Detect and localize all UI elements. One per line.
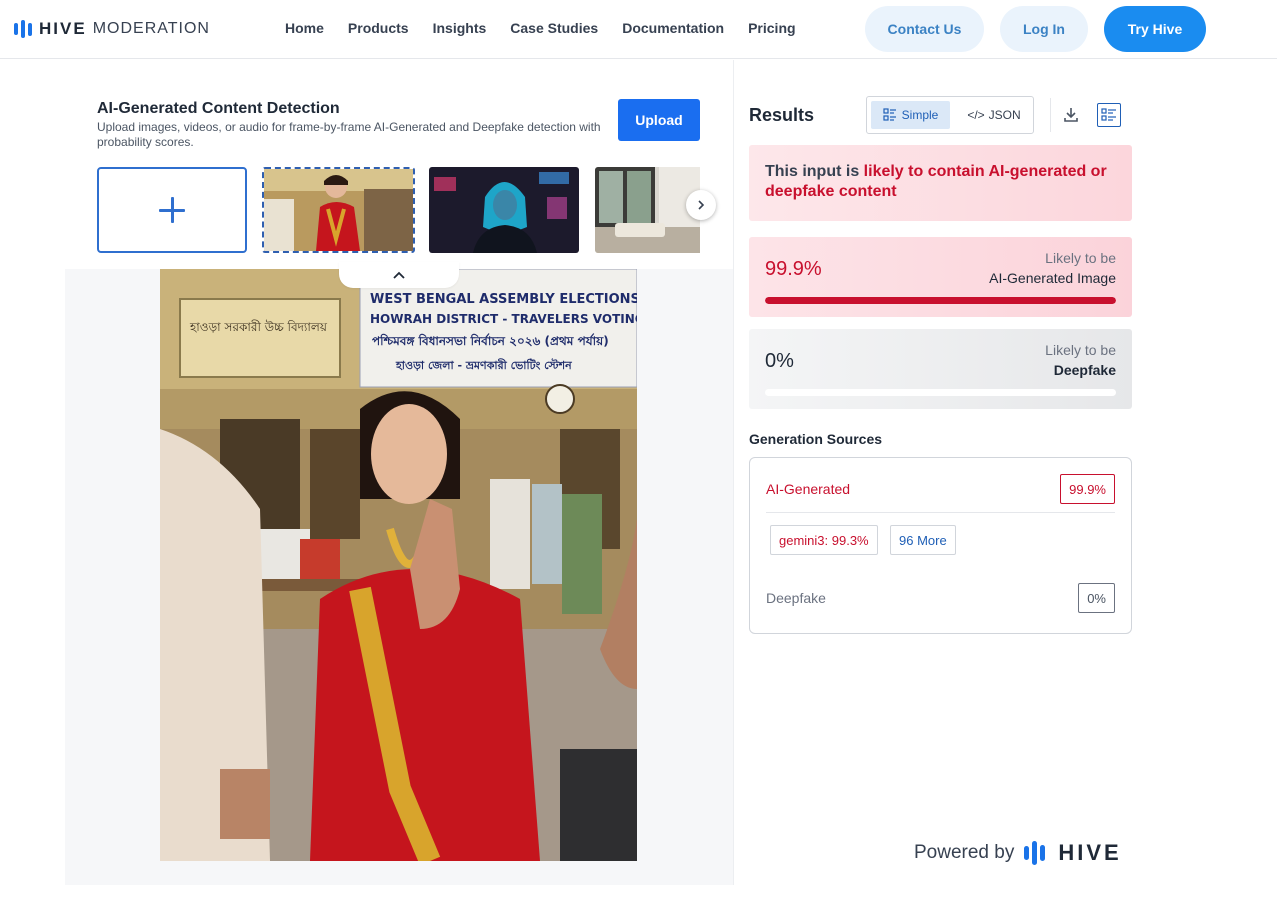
chevron-up-icon — [393, 271, 405, 279]
thumbnail-image — [264, 169, 413, 251]
source-ai-generated-label: AI-Generated — [766, 481, 851, 497]
logo-text-moderation: MODERATION — [92, 20, 210, 37]
detector-description: Upload images, videos, or audio for fram… — [97, 120, 601, 149]
banner-line-3: পশ্চিমবঙ্গ বিধানসভা নির্বাচন ২০২৬ (প্রথম… — [372, 333, 609, 348]
verdict-banner: This input is likely to contain AI-gener… — [749, 145, 1132, 221]
simple-view-tab[interactable]: Simple — [871, 101, 950, 129]
sample-thumbnail-living-room[interactable] — [595, 167, 700, 253]
deepfake-score-caption: Likely to be — [1045, 342, 1116, 358]
ai-score-class: AI-Generated Image — [989, 270, 1116, 286]
more-models-chip[interactable]: 96 More — [890, 525, 956, 555]
top-nav-bar: HIVE MODERATION Home Products Insights C… — [0, 0, 1277, 59]
banner-line-2: HOWRAH DISTRICT - TRAVELERS VOTING STATI… — [370, 312, 637, 326]
deepfake-score-value: 0% — [765, 350, 794, 372]
plus-icon — [159, 197, 185, 223]
main-nav: Home Products Insights Case Studies Docu… — [285, 20, 796, 36]
deepfake-score-bar — [765, 389, 1116, 396]
nav-insights[interactable]: Insights — [433, 20, 487, 36]
source-deepfake-label: Deepfake — [766, 590, 826, 606]
ai-generated-score-card: 99.9% Likely to be AI-Generated Image — [749, 237, 1132, 317]
detailed-view-button[interactable] — [1097, 103, 1121, 127]
ai-score-bar-fill — [765, 297, 1116, 304]
nav-home[interactable]: Home — [285, 20, 324, 36]
toolbar-separator — [1050, 98, 1051, 132]
view-mode-toggle: Simple </> JSON — [866, 96, 1034, 134]
json-view-label: JSON — [988, 108, 1021, 122]
nav-case-studies[interactable]: Case Studies — [510, 20, 598, 36]
sources-divider — [766, 512, 1115, 513]
nav-documentation[interactable]: Documentation — [622, 20, 724, 36]
upload-button[interactable]: Upload — [618, 99, 700, 141]
hive-moderation-logo[interactable]: HIVE MODERATION — [14, 19, 210, 39]
contact-us-button[interactable]: Contact Us — [865, 6, 984, 52]
thumbnail-image — [595, 167, 700, 253]
add-media-thumbnail[interactable] — [97, 167, 247, 253]
ai-score-value: 99.9% — [765, 258, 822, 280]
nav-products[interactable]: Products — [348, 20, 409, 36]
banner-line-4: হাওড়া জেলা - ভ্রমণকারী ভোটিং স্টেশন — [395, 358, 572, 372]
detector-title: AI-Generated Content Detection — [97, 100, 340, 117]
panel-divider — [733, 60, 734, 885]
source-ai-generated-badge: 99.9% — [1060, 474, 1115, 504]
banner-line-1: WEST BENGAL ASSEMBLY ELECTIONS 2026 (PHA… — [370, 292, 637, 307]
source-deepfake-badge: 0% — [1078, 583, 1115, 613]
detail-list-icon — [1101, 108, 1116, 121]
deepfake-score-card: 0% Likely to be Deepfake — [749, 329, 1132, 409]
analyzed-image: হাওড়া সরকারী উচ্চ বিদ্যালয় WEST BENGAL… — [160, 269, 637, 861]
sample-thumbnail-strip — [97, 167, 700, 253]
sample-thumbnail-election-woman[interactable] — [262, 167, 415, 253]
logo-text-hive: HIVE — [39, 19, 87, 38]
generation-sources-card: AI-Generated 99.9% gemini3: 99.3% 96 Mor… — [749, 457, 1132, 634]
download-icon[interactable] — [1062, 106, 1080, 124]
analyzed-image-illustration: হাওড়া সরকারী উচ্চ বিদ্যালয় WEST BENGAL… — [160, 269, 637, 861]
sample-thumbnail-cyber-woman[interactable] — [429, 167, 579, 253]
json-view-tab[interactable]: </> JSON — [957, 101, 1031, 129]
powered-by-text: Powered by — [914, 842, 1015, 863]
code-icon: </> — [967, 108, 985, 122]
nav-pricing[interactable]: Pricing — [748, 20, 795, 36]
ai-score-bar — [765, 297, 1116, 304]
hive-logo-icon — [14, 20, 32, 38]
powered-by-brand: HIVE — [1058, 840, 1122, 865]
simple-view-label: Simple — [901, 108, 939, 122]
log-in-button[interactable]: Log In — [1000, 6, 1088, 52]
hive-logo-icon — [1024, 841, 1046, 865]
collapse-thumbnails-toggle[interactable] — [339, 262, 459, 288]
ai-score-caption: Likely to be — [1045, 250, 1116, 266]
chevron-right-icon — [698, 200, 705, 210]
model-chip-gemini3[interactable]: gemini3: 99.3% — [770, 525, 878, 555]
verdict-prefix: This input is — [765, 163, 864, 180]
powered-by-hive: Powered by HIVE — [914, 840, 1122, 866]
thumbnail-next-button[interactable] — [686, 190, 716, 220]
generation-sources-title: Generation Sources — [749, 431, 883, 447]
results-title: Results — [749, 105, 815, 125]
try-hive-button[interactable]: Try Hive — [1104, 6, 1206, 52]
list-view-icon — [883, 108, 896, 121]
school-sign-text: হাওড়া সরকারী উচ্চ বিদ্যালয় — [189, 320, 328, 334]
thumbnail-image — [429, 167, 579, 253]
deepfake-score-class: Deepfake — [1053, 362, 1116, 378]
